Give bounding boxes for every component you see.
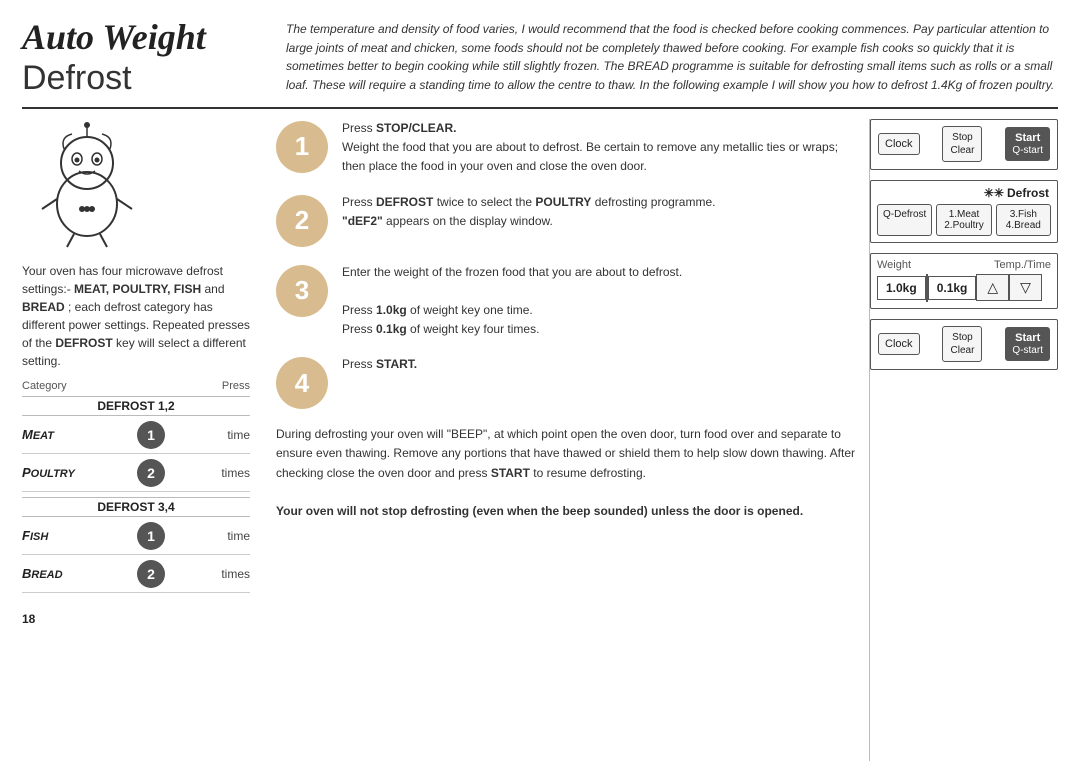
defrost-panel-title: ✳✳ Defrost xyxy=(877,186,1051,200)
step-4-text: Press START. xyxy=(342,355,855,374)
clear-label-4: Clear xyxy=(951,345,975,356)
clear-label-1: Clear xyxy=(951,145,975,156)
step-2-circle: 2 xyxy=(276,195,328,247)
clock-button-4[interactable]: Clock xyxy=(878,333,920,355)
fish-times: time xyxy=(210,529,250,543)
press-col-label: Press xyxy=(222,380,250,392)
bottom-bold2: Your oven will not stop defrosting (even… xyxy=(276,504,803,518)
cat-row-poultry: POULTRY 2 times xyxy=(22,459,250,492)
right-column: Clock Stop Clear Start Q-start ✳✳ Defros… xyxy=(870,119,1058,761)
desc-bold1: MEAT, POULTRY, FISH xyxy=(74,282,201,296)
start-label-1: Start xyxy=(1015,132,1040,144)
step3-bold2: 0.1kg xyxy=(376,322,407,336)
step-2-text: Press DEFROST twice to select the POULTR… xyxy=(342,193,855,231)
step-1-circle: 1 xyxy=(276,121,328,173)
step-2: 2 Press DEFROST twice to select the POUL… xyxy=(276,193,855,247)
start-label-4: Start xyxy=(1015,332,1040,344)
poultry-label: POULTRY xyxy=(22,465,92,480)
meat-circle: 1 xyxy=(137,421,165,449)
page-title-italic: Auto Weight xyxy=(22,18,262,58)
panel-1: Clock Stop Clear Start Q-start xyxy=(870,119,1058,170)
bread-circle: 2 xyxy=(137,560,165,588)
stop-label-1: Stop xyxy=(952,132,973,143)
defrost-panel: ✳✳ Defrost Q-Defrost 1.Meat2.Poultry 3.F… xyxy=(870,180,1058,243)
panel-4-row: Clock Stop Clear Start Q-start xyxy=(878,326,1050,362)
weight-val-2: 0.1kg xyxy=(928,276,977,300)
weight-panel: Weight Temp./Time 1.0kg 0.1kg △ ▽ xyxy=(870,253,1058,309)
fish-circle: 1 xyxy=(137,522,165,550)
bottom-text: During defrosting your oven will "BEEP",… xyxy=(276,425,855,521)
page-title-normal: Defrost xyxy=(22,60,262,97)
header-description: The temperature and density of food vari… xyxy=(286,18,1058,97)
title-block: Auto Weight Defrost xyxy=(22,18,262,97)
step2-quote: "dEF2" xyxy=(342,214,383,228)
step3-bold1: 1.0kg xyxy=(376,303,407,317)
step-3: 3 Enter the weight of the frozen food th… xyxy=(276,263,855,340)
defrost34-label: DEFROST 3,4 xyxy=(22,497,250,517)
start-button-1[interactable]: Start Q-start xyxy=(1005,127,1050,161)
poultry-circle: 2 xyxy=(137,459,165,487)
left-column: Your oven has four microwave defrost set… xyxy=(22,119,262,761)
step-3-circle: 3 xyxy=(276,265,328,317)
category-col-label: Category xyxy=(22,380,67,392)
defrost-panel-row: Q-Defrost 1.Meat2.Poultry 3.Fish4.Bread xyxy=(877,204,1051,236)
stop-clear-button-4[interactable]: Stop Clear xyxy=(942,326,982,362)
temp-label: Temp./Time xyxy=(994,259,1051,271)
weight-val-1: 1.0kg xyxy=(877,276,926,300)
qstart-label-1: Q-start xyxy=(1012,145,1043,156)
step-4-circle: 4 xyxy=(276,357,328,409)
bread-times: times xyxy=(210,567,250,581)
desc-text2: and xyxy=(205,282,225,296)
cat-row-bread: BREAD 2 times xyxy=(22,560,250,593)
weight-label: Weight xyxy=(877,259,911,271)
panel-4: Clock Stop Clear Start Q-start xyxy=(870,319,1058,370)
desc-bold2: BREAD xyxy=(22,300,65,314)
qdefrost-button[interactable]: Q-Defrost xyxy=(877,204,932,236)
cat-row-fish: FISH 1 time xyxy=(22,522,250,555)
mascot-icon xyxy=(22,119,152,249)
meat-poultry-button[interactable]: 1.Meat2.Poultry xyxy=(936,204,991,236)
step4-bold: START. xyxy=(376,357,417,371)
qstart-label-4: Q-start xyxy=(1012,345,1043,356)
cat-row-meat: MEAT 1 time xyxy=(22,421,250,454)
bottom-bold1: START xyxy=(491,466,530,480)
step2-bold2: POULTRY xyxy=(535,195,591,209)
weight-labels: Weight Temp./Time xyxy=(877,259,1051,271)
cat-header: Category Press xyxy=(22,380,250,392)
main-content: Your oven has four microwave defrost set… xyxy=(22,119,1058,761)
weight-up-button[interactable]: △ xyxy=(976,274,1009,301)
step1-bold: STOP/CLEAR. xyxy=(376,121,456,135)
bread-label: BREAD xyxy=(22,566,92,581)
page-number: 18 xyxy=(22,598,250,626)
fish-label: FISH xyxy=(22,528,92,543)
category-table: Category Press DEFROST 1,2 MEAT 1 time P… xyxy=(22,380,250,593)
header: Auto Weight Defrost The temperature and … xyxy=(22,18,1058,109)
meat-label: MEAT xyxy=(22,427,92,442)
step-1: 1 Press STOP/CLEAR. Weight the food that… xyxy=(276,119,855,177)
middle-column: 1 Press STOP/CLEAR. Weight the food that… xyxy=(262,119,870,761)
step2-bold1: DEFROST xyxy=(376,195,433,209)
panel-1-row: Clock Stop Clear Start Q-start xyxy=(878,126,1050,162)
stop-clear-button-1[interactable]: Stop Clear xyxy=(942,126,982,162)
step-1-text: Press STOP/CLEAR. Weight the food that y… xyxy=(342,119,855,177)
defrost12-label: DEFROST 1,2 xyxy=(22,396,250,416)
weight-down-button[interactable]: ▽ xyxy=(1009,274,1042,301)
weight-row: 1.0kg 0.1kg △ ▽ xyxy=(877,274,1051,302)
fish-bread-button[interactable]: 3.Fish4.Bread xyxy=(996,204,1051,236)
start-button-4[interactable]: Start Q-start xyxy=(1005,327,1050,361)
clock-button-1[interactable]: Clock xyxy=(878,133,920,155)
stop-label-4: Stop xyxy=(952,332,973,343)
left-description: Your oven has four microwave defrost set… xyxy=(22,262,250,370)
step-3-text: Enter the weight of the frozen food that… xyxy=(342,263,855,340)
meat-times: time xyxy=(210,428,250,442)
step-4: 4 Press START. xyxy=(276,355,855,409)
poultry-times: times xyxy=(210,466,250,480)
desc-bold3: DEFROST xyxy=(55,336,112,350)
